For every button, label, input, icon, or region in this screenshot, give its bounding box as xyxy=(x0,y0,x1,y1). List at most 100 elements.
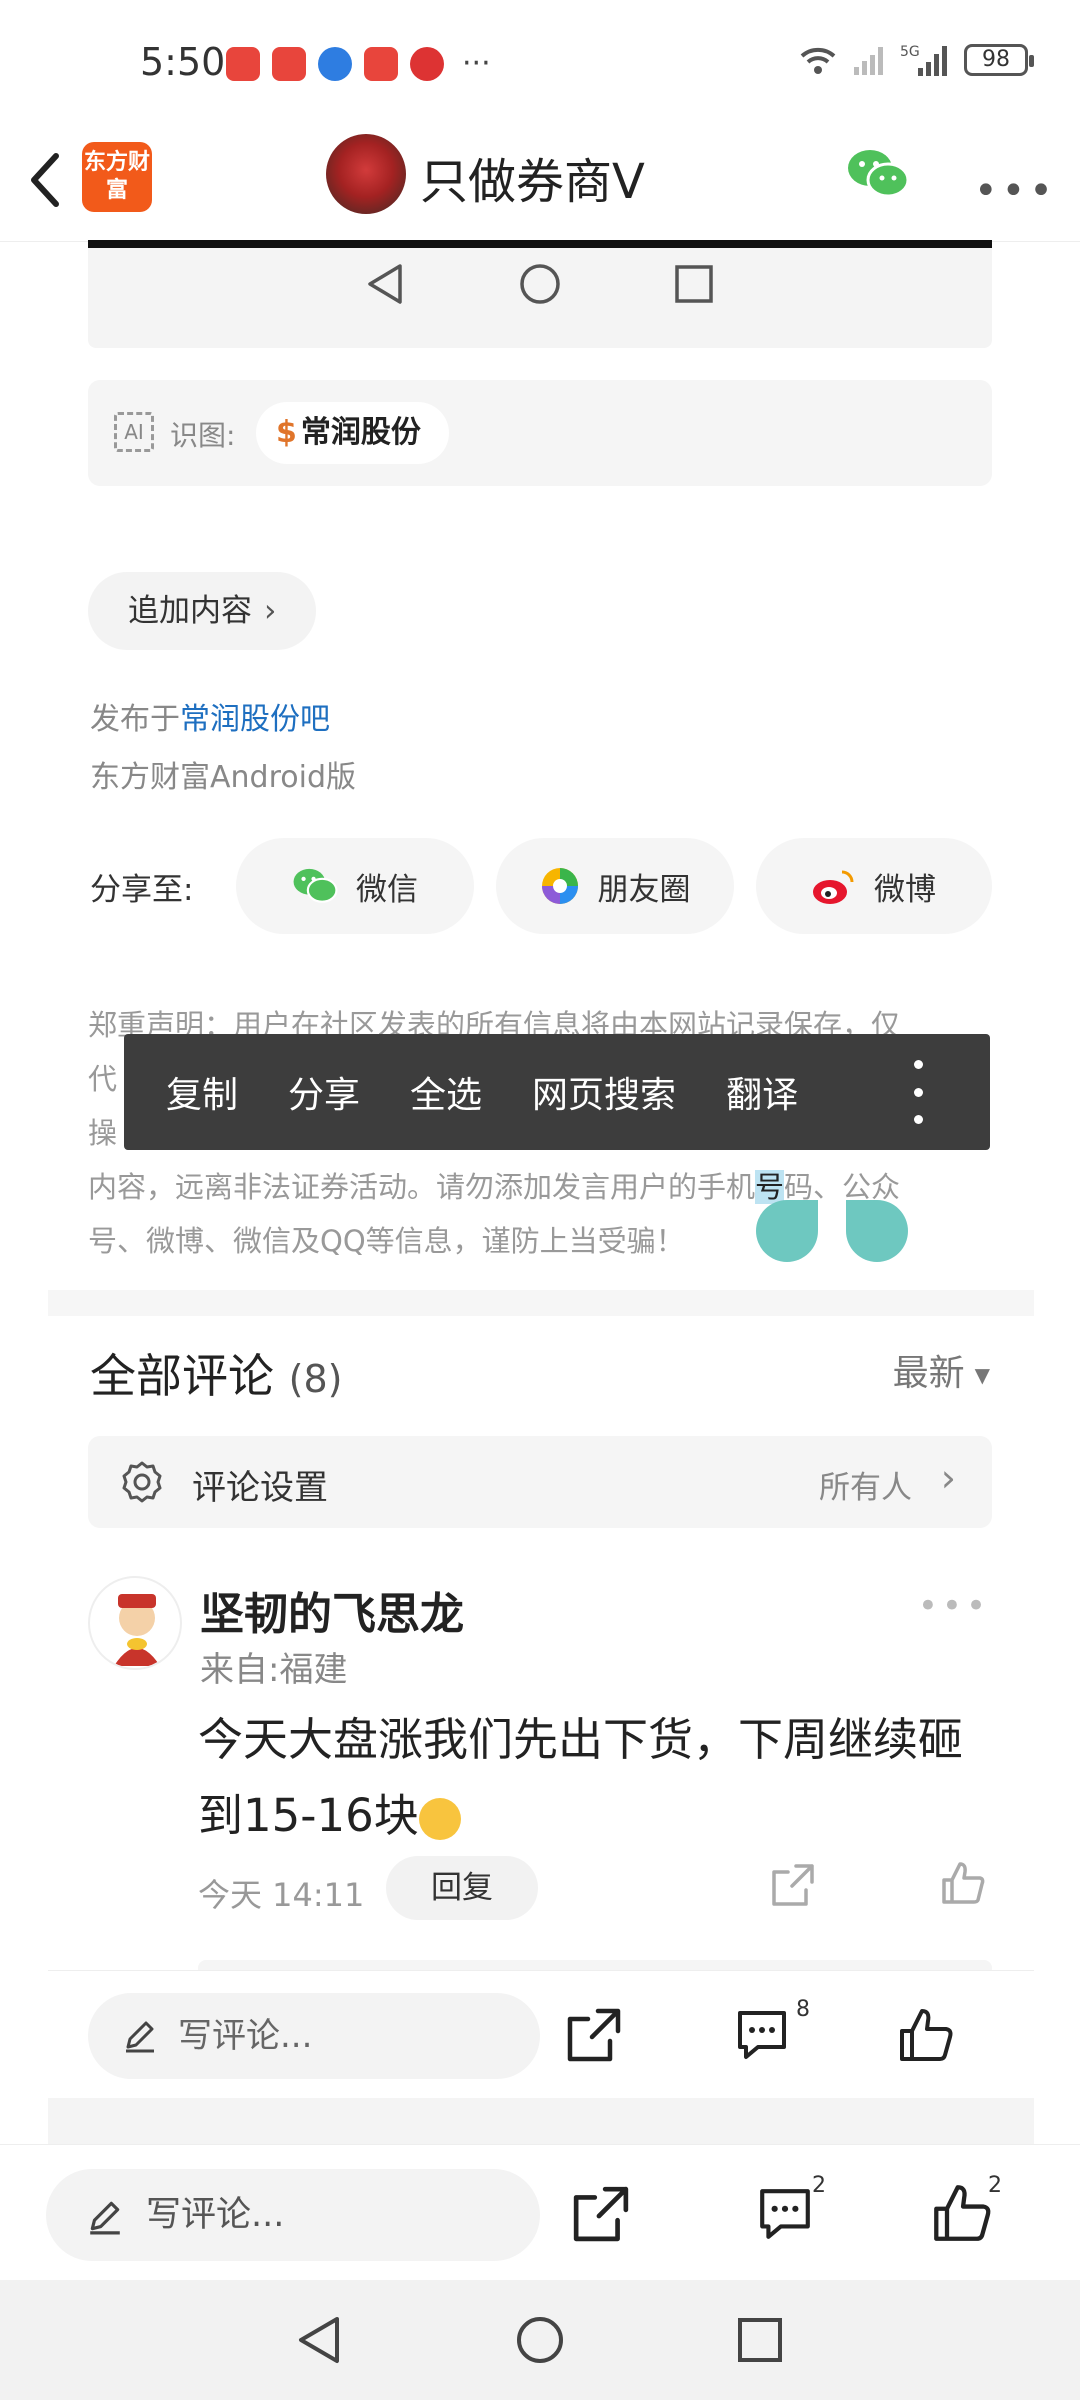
post-header: 东方财富 只做券商V ••• xyxy=(0,120,1080,242)
svg-text:5G: 5G xyxy=(900,44,920,60)
add-content-label: 追加内容 xyxy=(128,593,252,629)
overlay-nav-ghost xyxy=(48,2098,1034,2144)
fortune-god-avatar-icon xyxy=(114,1594,160,1666)
news-app-icon xyxy=(272,46,306,81)
share-moments-label: 朋友圈 xyxy=(597,871,691,908)
notification-icons: ··· xyxy=(226,46,491,81)
battery-indicator: 98 xyxy=(964,44,1034,76)
reply-button[interactable]: 回复 xyxy=(386,1856,538,1920)
publish-prefix: 发布于 xyxy=(90,702,180,737)
image-nav-icons xyxy=(88,262,992,306)
stock-bar-link[interactable]: 常润股份吧 xyxy=(180,702,330,737)
wechat-share-icon[interactable] xyxy=(846,146,910,202)
nav-back-icon[interactable] xyxy=(295,2315,345,2365)
share-wechat-button[interactable]: 微信 xyxy=(236,838,474,934)
stock-symbol: $ xyxy=(276,415,297,450)
share-wechat-label: 微信 xyxy=(356,871,418,908)
comment-line: 今天大盘涨我们先出下货，下周继续砸 xyxy=(198,1713,964,1766)
add-content-button[interactable]: 追加内容 › xyxy=(88,572,317,650)
selection-handle-start[interactable] xyxy=(756,1200,818,1262)
thinking-emoji-icon xyxy=(418,1798,461,1840)
5g-signal-icon: 5G xyxy=(900,44,947,76)
comments-title-label: 全部评论 xyxy=(90,1349,274,1403)
comment-more-icon[interactable]: ••• xyxy=(918,1586,990,1626)
bottom-comment-bar: 写评论... 2 2 xyxy=(0,2144,1080,2280)
like-count-badge: 2 xyxy=(988,2173,1002,2198)
overlay-comment-badge: 8 xyxy=(796,1997,810,2022)
bank-app-icon xyxy=(410,46,444,81)
overlay-comment-bar: 写评论... 8 xyxy=(48,1970,1034,2098)
ai-image-recognition: AI 识图: $ 常润股份 xyxy=(88,380,992,486)
nav-home-icon[interactable] xyxy=(515,2315,565,2365)
status-time: 5:50 xyxy=(140,40,226,84)
triangle-back-icon xyxy=(368,264,402,304)
selected-text[interactable]: 号 xyxy=(755,1170,785,1204)
menu-translate[interactable]: 翻译 xyxy=(726,1066,798,1118)
comment-settings-value: 所有人 xyxy=(819,1470,912,1506)
comment-line: 到15-16块 xyxy=(198,1778,998,1854)
circle-home-icon xyxy=(520,264,560,304)
menu-web-search[interactable]: 网页搜索 xyxy=(532,1066,676,1118)
commenter-avatar[interactable] xyxy=(88,1576,182,1670)
sort-dropdown[interactable]: 最新 ▼ xyxy=(893,1344,990,1396)
share-moments-button[interactable]: 朋友圈 xyxy=(496,838,734,934)
section-divider xyxy=(48,1290,1034,1316)
nav-recents-icon[interactable] xyxy=(735,2315,785,2365)
chevron-right-icon: › xyxy=(940,1456,956,1500)
huawei-app-icon xyxy=(226,46,260,81)
author-avatar[interactable] xyxy=(326,134,406,214)
system-navigation-bar xyxy=(0,2280,1080,2400)
chevron-right-icon: › xyxy=(264,593,277,629)
moments-icon xyxy=(541,868,578,904)
commenter-location: 来自:福建 xyxy=(200,1650,348,1690)
sort-label: 最新 xyxy=(892,1353,965,1394)
more-options-icon[interactable]: ••• xyxy=(974,168,1057,214)
comment-icon[interactable] xyxy=(734,2007,790,2063)
stock-chip[interactable]: $ 常润股份 xyxy=(256,402,449,464)
menu-share[interactable]: 分享 xyxy=(288,1066,360,1118)
huawei-app-icon xyxy=(364,46,398,81)
disclaimer-fragment: 内容，远离非法证券活动。请勿添加发言用户的手机 xyxy=(88,1170,756,1204)
menu-select-all[interactable]: 全选 xyxy=(410,1066,482,1118)
comment-fragment: 到15-16块 xyxy=(198,1789,419,1842)
client-info: 东方财富Android版 xyxy=(90,760,356,795)
status-bar: 5:50 ··· 5G 98 xyxy=(0,0,1080,120)
app-logo[interactable]: 东方财富 xyxy=(82,142,152,212)
commenter-name[interactable]: 坚韧的飞思龙 xyxy=(200,1578,464,1642)
share-icon[interactable] xyxy=(572,2185,630,2243)
back-arrow-icon[interactable] xyxy=(22,148,70,212)
comment-settings-label: 评论设置 xyxy=(192,1468,328,1508)
comments-title: 全部评论 (8) xyxy=(90,1340,342,1406)
more-notifications-icon: ··· xyxy=(462,46,491,81)
overlay-write-comment-input[interactable]: 写评论... xyxy=(88,1993,540,2079)
comments-count: (8) xyxy=(288,1357,343,1401)
comment-settings-row[interactable]: 评论设置 所有人 › xyxy=(88,1436,992,1528)
menu-copy[interactable]: 复制 xyxy=(166,1066,238,1118)
status-indicators: 5G 98 xyxy=(798,42,1034,78)
share-icon[interactable] xyxy=(566,2007,622,2063)
like-icon[interactable] xyxy=(932,2183,992,2243)
publish-info: 发布于常润股份吧 xyxy=(90,694,330,738)
ai-recognize-icon: AI xyxy=(114,412,154,452)
text-selection-menu: 复制 分享 全选 网页搜索 翻译 xyxy=(124,1034,990,1150)
comment-count-badge: 2 xyxy=(812,2173,826,2198)
write-comment-input[interactable]: 写评论... xyxy=(46,2169,540,2261)
disclaimer-fragment: 码、公众 xyxy=(784,1170,901,1204)
wechat-icon xyxy=(293,868,338,903)
post-image[interactable] xyxy=(88,240,992,348)
author-name[interactable]: 只做券商V xyxy=(420,142,645,212)
share-weibo-button[interactable]: 微博 xyxy=(756,838,992,934)
comment-share-icon[interactable] xyxy=(770,1862,816,1908)
menu-more-icon[interactable] xyxy=(914,1060,923,1124)
pen-icon xyxy=(90,2201,120,2235)
share-weibo-label: 微博 xyxy=(874,871,936,908)
overlay-write-comment-placeholder: 写评论... xyxy=(178,2016,313,2056)
selection-handle-end[interactable] xyxy=(846,1200,908,1262)
comment-like-icon[interactable] xyxy=(940,1860,986,1906)
like-icon[interactable] xyxy=(898,2007,954,2063)
signal-icon xyxy=(854,47,883,75)
wifi-icon xyxy=(800,47,836,74)
comment-icon[interactable] xyxy=(756,2185,814,2243)
comment-text: 今天大盘涨我们先出下货，下周继续砸 到15-16块 xyxy=(198,1702,998,1854)
pen-icon xyxy=(126,2021,154,2053)
